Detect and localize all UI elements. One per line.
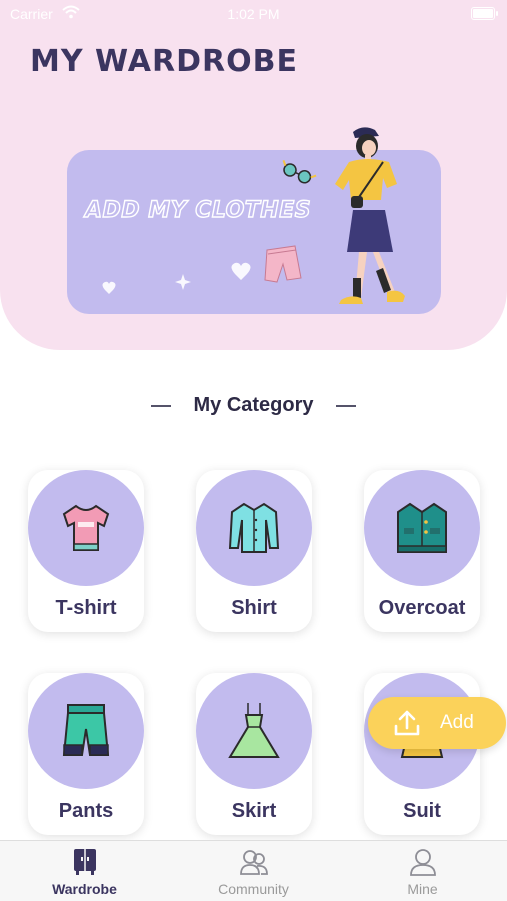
heading-dash-right [335, 404, 356, 407]
battery-icon [471, 7, 498, 20]
tshirt-icon [62, 504, 110, 551]
tab-label: Wardrobe [52, 881, 117, 897]
category-title: My Category [193, 394, 314, 416]
status-time: 1:02 PM [227, 6, 280, 22]
page-title: MY WARDROBE [30, 44, 298, 79]
category-label: Pants [58, 800, 114, 822]
status-bar: Carrier 1:02 PM [0, 0, 507, 28]
category-card-pants[interactable]: Pants [28, 673, 144, 835]
add-button-label: Add [440, 712, 474, 733]
pants-icon [62, 704, 110, 756]
tab-label: Mine [407, 881, 438, 897]
category-label: Overcoat [378, 597, 466, 619]
tab-wardrobe[interactable]: Wardrobe [0, 841, 169, 901]
heading-dash-left [151, 404, 172, 407]
tab-mine[interactable]: Mine [338, 841, 507, 901]
category-circle [28, 470, 144, 586]
category-card-skirt[interactable]: Skirt [196, 673, 312, 835]
tab-bar: Wardrobe Community Mine [0, 840, 507, 901]
girl-illustration [102, 127, 405, 304]
add-button[interactable]: Add [368, 697, 506, 749]
overcoat-icon [397, 502, 447, 553]
category-label: Shirt [231, 597, 277, 619]
category-label: Skirt [231, 800, 277, 822]
category-card-tshirt[interactable]: T-shirt [28, 470, 144, 632]
category-heading: My Category [0, 394, 507, 417]
category-card-overcoat[interactable]: Overcoat [364, 470, 480, 632]
add-clothes-banner[interactable]: ADD MY CLOTHES [67, 127, 441, 314]
tab-label: Community [218, 881, 289, 897]
community-icon [239, 850, 268, 875]
category-label: Suit [403, 800, 441, 822]
skirt-icon [228, 703, 280, 758]
category-circle [364, 470, 480, 586]
shirt-icon [228, 502, 280, 553]
tab-community[interactable]: Community [169, 841, 338, 901]
category-circle [196, 470, 312, 586]
category-circle [196, 673, 312, 789]
upload-icon [394, 710, 420, 736]
category-circle [28, 673, 144, 789]
category-card-shirt[interactable]: Shirt [196, 470, 312, 632]
category-label: T-shirt [55, 597, 117, 619]
wardrobe-icon [73, 849, 96, 875]
user-icon [409, 849, 436, 876]
